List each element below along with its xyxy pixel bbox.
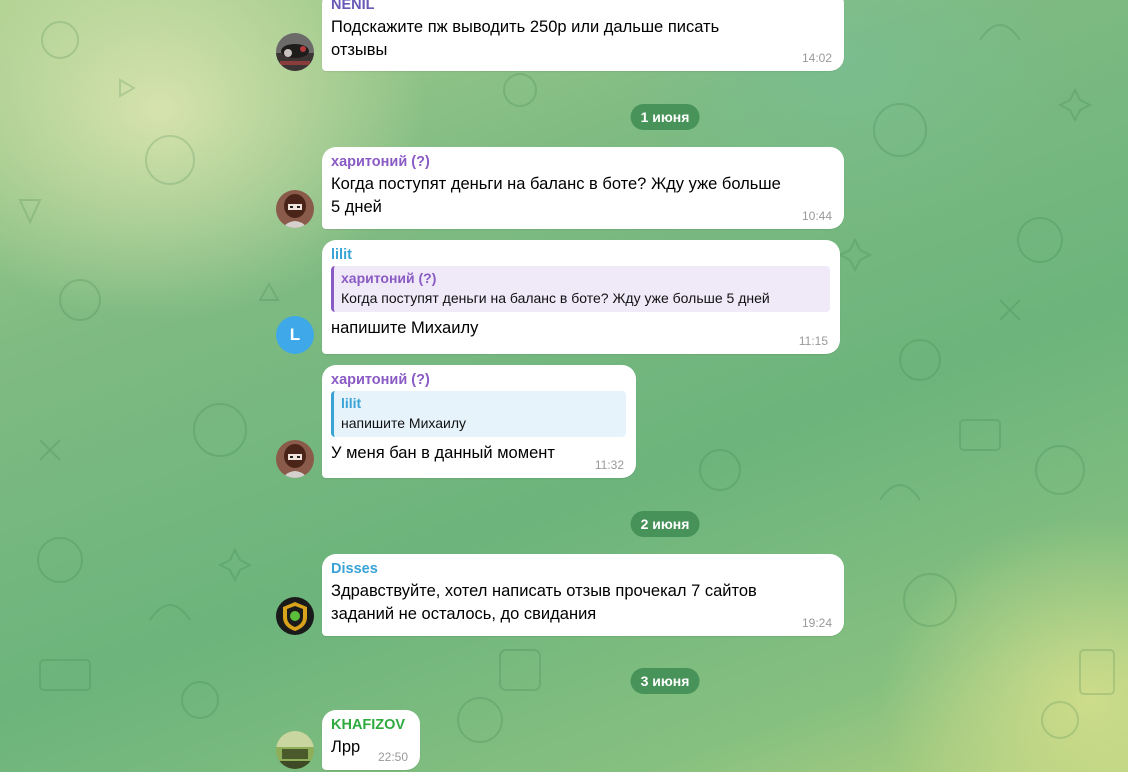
reply-text: Когда поступят деньги на баланс в боте? … [341,290,770,306]
avatar[interactable] [276,731,314,769]
message-text: Подскажите пж выводить 250р или дальше п… [331,18,720,59]
message-time: 14:02 [801,51,832,65]
message-bubble: KHAFIZOV Лрр 22:50 [322,710,420,770]
sender-name[interactable]: харитоний (?) [331,153,834,171]
avatar[interactable] [276,440,314,478]
avatar[interactable] [276,190,314,228]
date-separator: 3 июня [630,668,700,694]
avatar[interactable] [276,33,314,71]
sender-name[interactable]: lilit [331,246,830,264]
avatar[interactable] [276,597,314,635]
reply-quote[interactable]: lilit напишите Михаилу [331,391,626,437]
message-bubble: харитоний (?) lilit напишите Михаилу У м… [322,365,636,478]
message-time: 11:32 [594,458,624,472]
sender-name[interactable]: харитоний (?) [331,371,626,389]
message-time: 19:24 [801,616,832,630]
reply-quote[interactable]: харитоний (?) Когда поступят деньги на б… [331,266,830,312]
date-separator: 2 июня [630,511,700,537]
message-bubble: харитоний (?) Когда поступят деньги на б… [322,147,844,229]
avatar[interactable]: L [276,316,314,354]
message-text: Здравствуйте, хотел написать отзыв проче… [331,582,757,623]
sender-name[interactable]: KHAFIZOV [331,716,410,734]
message-time: 11:15 [798,334,828,348]
reply-text: напишите Михаилу [341,415,467,431]
avatar-image [276,731,314,769]
date-separator: 1 июня [630,104,700,130]
reply-sender: харитоний (?) [341,270,437,286]
avatar-image [276,440,314,478]
avatar-image [276,33,314,71]
message-time: 22:50 [377,750,408,764]
avatar-image [276,190,314,228]
sender-name[interactable]: NENIL [331,0,834,14]
avatar-letter: L [289,325,301,344]
message-bubble: Disses Здравствуйте, хотел написать отзы… [322,554,844,636]
avatar-image [276,597,314,635]
sender-name[interactable]: Disses [331,560,834,578]
message-text: Когда поступят деньги на баланс в боте? … [331,175,781,216]
message-bubble: lilit харитоний (?) Когда поступят деньг… [322,240,840,354]
message-time: 10:44 [801,209,832,223]
message-text: напишите Михаилу [331,319,479,337]
message-text: У меня бан в данный момент [331,444,555,462]
message-bubble: NENIL Подскажите пж выводить 250р или да… [322,0,844,71]
reply-sender: lilit [341,395,362,411]
